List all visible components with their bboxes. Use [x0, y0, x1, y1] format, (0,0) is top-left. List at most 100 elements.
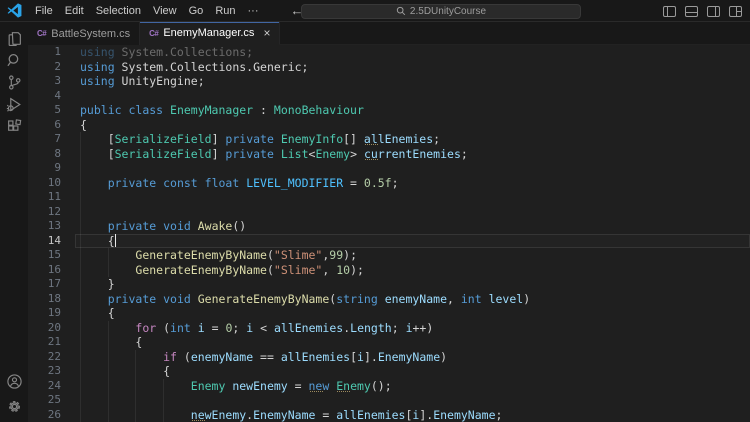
code-line-3[interactable]: 3using UnityEngine;: [28, 74, 750, 89]
line-number[interactable]: 18: [28, 292, 75, 307]
line-number[interactable]: 17: [28, 277, 75, 292]
toggle-primary-sidebar-icon[interactable]: [663, 6, 676, 17]
indent-guide: [80, 306, 81, 321]
line-number[interactable]: 11: [28, 190, 75, 205]
tab-enemymanager-cs[interactable]: C#EnemyManager.cs×: [140, 22, 280, 45]
line-number[interactable]: 19: [28, 306, 75, 321]
code-line-11[interactable]: 11: [28, 190, 750, 205]
line-number[interactable]: 14: [28, 234, 75, 249]
line-number[interactable]: 5: [28, 103, 75, 118]
code-line-13[interactable]: 13 private void Awake(): [28, 219, 750, 234]
indent-guide: [80, 364, 81, 379]
code-line-20[interactable]: 20 for (int i = 0; i < allEnemies.Length…: [28, 321, 750, 336]
settings-gear-icon[interactable]: [0, 395, 28, 417]
code-line-5[interactable]: 5public class EnemyManager : MonoBehavio…: [28, 103, 750, 118]
code-line-1[interactable]: 1using System.Collections;: [28, 45, 750, 60]
indent-guide: [108, 263, 109, 278]
line-content: }: [75, 277, 750, 292]
code-line-26[interactable]: 26 newEnemy.EnemyName = allEnemies[i].En…: [28, 408, 750, 422]
line-number[interactable]: 21: [28, 335, 75, 350]
menu-selection[interactable]: Selection: [90, 0, 147, 22]
line-number[interactable]: 26: [28, 408, 75, 422]
menu-edit[interactable]: Edit: [59, 0, 90, 22]
code-line-10[interactable]: 10 private const float LEVEL_MODIFIER = …: [28, 176, 750, 191]
extensions-icon[interactable]: [0, 115, 28, 137]
layout-controls: [663, 0, 742, 22]
code-line-19[interactable]: 19 {: [28, 306, 750, 321]
code-line-14[interactable]: 14 {: [28, 234, 750, 249]
code-line-2[interactable]: 2using System.Collections.Generic;: [28, 60, 750, 75]
search-label: 2.5DUnityCourse: [410, 6, 486, 17]
search-view-icon[interactable]: [0, 49, 28, 71]
line-number[interactable]: 15: [28, 248, 75, 263]
code-line-17[interactable]: 17 }: [28, 277, 750, 292]
code-line-7[interactable]: 7 [SerializeField] private EnemyInfo[] a…: [28, 132, 750, 147]
menu-view[interactable]: View: [147, 0, 183, 22]
line-number[interactable]: 25: [28, 393, 75, 408]
explorer-icon[interactable]: [0, 27, 28, 49]
indent-guide: [80, 335, 81, 350]
indent-guide: [108, 335, 109, 350]
code-line-24[interactable]: 24 Enemy newEnemy = new Enemy();: [28, 379, 750, 394]
line-number[interactable]: 12: [28, 205, 75, 220]
indent-guide: [80, 161, 81, 176]
menu-file[interactable]: File: [29, 0, 59, 22]
indent-guide: [80, 205, 81, 220]
line-content: for (int i = 0; i < allEnemies.Length; i…: [75, 321, 750, 336]
line-number[interactable]: 9: [28, 161, 75, 176]
command-center-search[interactable]: 2.5DUnityCourse: [301, 4, 581, 19]
code-line-15[interactable]: 15 GenerateEnemyByName("Slime",99);: [28, 248, 750, 263]
menu-run[interactable]: Run: [209, 0, 241, 22]
line-number[interactable]: 13: [28, 219, 75, 234]
line-content: {: [75, 364, 750, 379]
indent-guide: [108, 379, 109, 394]
line-number[interactable]: 1: [28, 45, 75, 60]
toggle-panel-icon[interactable]: [685, 6, 698, 17]
line-content: [SerializeField] private List<Enemy> cur…: [75, 147, 750, 162]
line-number[interactable]: 2: [28, 60, 75, 75]
line-number[interactable]: 10: [28, 176, 75, 191]
line-content: if (enemyName == allEnemies[i].EnemyName…: [75, 350, 750, 365]
toggle-secondary-sidebar-icon[interactable]: [707, 6, 720, 17]
code-line-8[interactable]: 8 [SerializeField] private List<Enemy> c…: [28, 147, 750, 162]
code-line-21[interactable]: 21 {: [28, 335, 750, 350]
code-line-22[interactable]: 22 if (enemyName == allEnemies[i].EnemyN…: [28, 350, 750, 365]
code-line-4[interactable]: 4: [28, 89, 750, 104]
line-number[interactable]: 24: [28, 379, 75, 394]
line-number[interactable]: 7: [28, 132, 75, 147]
account-icon[interactable]: [0, 370, 28, 392]
code-line-9[interactable]: 9: [28, 161, 750, 176]
line-number[interactable]: 4: [28, 89, 75, 104]
menu-more[interactable]: ···: [242, 0, 265, 22]
line-number[interactable]: 3: [28, 74, 75, 89]
indent-guide: [108, 321, 109, 336]
indent-guide: [80, 350, 81, 365]
code-line-25[interactable]: 25: [28, 393, 750, 408]
code-line-6[interactable]: 6{: [28, 118, 750, 133]
line-content: {: [75, 335, 750, 350]
tab-close-icon[interactable]: ×: [263, 27, 270, 39]
code-line-18[interactable]: 18 private void GenerateEnemyByName(stri…: [28, 292, 750, 307]
source-control-icon[interactable]: [0, 71, 28, 93]
tab-label: EnemyManager.cs: [163, 27, 254, 39]
line-number[interactable]: 6: [28, 118, 75, 133]
line-number[interactable]: 16: [28, 263, 75, 278]
indent-guide: [80, 248, 81, 263]
indent-guide: [80, 176, 81, 191]
tab-battlesystem-cs[interactable]: C#BattleSystem.cs: [28, 22, 140, 45]
line-number[interactable]: 8: [28, 147, 75, 162]
line-number[interactable]: 23: [28, 364, 75, 379]
line-number[interactable]: 22: [28, 350, 75, 365]
indent-guide: [80, 277, 81, 292]
line-number[interactable]: 20: [28, 321, 75, 336]
code-line-16[interactable]: 16 GenerateEnemyByName("Slime", 10);: [28, 263, 750, 278]
title-bar: FileEditSelectionViewGoRun··· ← → 2.5DUn…: [0, 0, 750, 22]
run-and-debug-icon[interactable]: [0, 93, 28, 115]
code-line-12[interactable]: 12: [28, 205, 750, 220]
indent-guide: [80, 132, 81, 147]
code-line-23[interactable]: 23 {: [28, 364, 750, 379]
menu-go[interactable]: Go: [183, 0, 210, 22]
code-editor[interactable]: 1using System.Collections;2using System.…: [28, 45, 750, 422]
indent-guide: [80, 147, 81, 162]
customize-layout-icon[interactable]: [729, 6, 742, 17]
